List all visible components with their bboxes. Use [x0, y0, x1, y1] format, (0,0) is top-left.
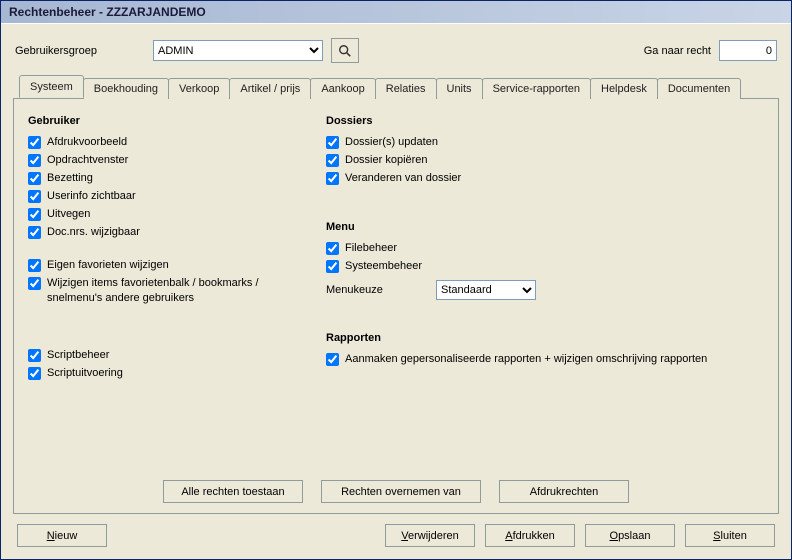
top-row: Gebruikersgroep ADMIN Ga naar recht: [13, 32, 779, 75]
checkbox-row: Aanmaken gepersonaliseerde rapporten + w…: [326, 352, 764, 367]
tab-verkoop[interactable]: Verkoop: [168, 78, 230, 99]
menukeuze-label: Menukeuze: [326, 284, 426, 296]
checkbox-label: Afdrukvoorbeeld: [47, 135, 127, 150]
checkbox-row: Scriptbeheer: [28, 348, 298, 363]
checkbox-row: Dossier(s) updaten: [326, 135, 764, 150]
checkbox-scriptbeheer[interactable]: [28, 349, 41, 362]
print-rights-button[interactable]: Afdrukrechten: [499, 480, 629, 503]
footer-button-row: Nieuw Verwijderen Afdrukken Opslaan Slui…: [13, 514, 779, 551]
checkbox-uitvegen[interactable]: [28, 208, 41, 221]
window-body: Gebruikersgroep ADMIN Ga naar recht Syst…: [1, 24, 791, 559]
checkbox-row: Opdrachtvenster: [28, 153, 298, 168]
tab-units[interactable]: Units: [436, 78, 483, 99]
checkbox-filebeheer[interactable]: [326, 242, 339, 255]
checkbox-row: Filebeheer: [326, 241, 764, 256]
checkbox-afdrukvoorbeeld[interactable]: [28, 136, 41, 149]
checkbox-row: Scriptuitvoering: [28, 366, 298, 381]
tab-panel-systeem: Gebruiker Afdrukvoorbeeld Opdrachtvenste…: [13, 99, 779, 514]
checkbox-aanmaken-rapporten[interactable]: [326, 353, 339, 366]
checkbox-label: Systeembeheer: [345, 259, 422, 274]
checkbox-label: Uitvegen: [47, 207, 90, 222]
tab-artikel-prijs[interactable]: Artikel / prijs: [229, 78, 311, 99]
delete-button[interactable]: Verwijderen: [385, 524, 475, 547]
checkbox-dossiers-updaten[interactable]: [326, 136, 339, 149]
column-right: Dossiers Dossier(s) updaten Dossier kopi…: [326, 111, 764, 370]
checkbox-scriptuitvoering[interactable]: [28, 367, 41, 380]
checkbox-docnrs-wijzigbaar[interactable]: [28, 226, 41, 239]
checkbox-row: Systeembeheer: [326, 259, 764, 274]
tab-service-rapporten[interactable]: Service-rapporten: [482, 78, 591, 99]
checkbox-label: Bezetting: [47, 171, 93, 186]
checkbox-bezetting[interactable]: [28, 172, 41, 185]
checkbox-label: Wijzigen items favorietenbalk / bookmark…: [47, 276, 298, 306]
checkbox-label: Userinfo zichtbaar: [47, 189, 136, 204]
tab-helpdesk[interactable]: Helpdesk: [590, 78, 658, 99]
checkbox-label: Eigen favorieten wijzigen: [47, 258, 169, 273]
checkbox-row: Veranderen van dossier: [326, 171, 764, 186]
tab-aankoop[interactable]: Aankoop: [310, 78, 375, 99]
goto-right-input[interactable]: [719, 40, 777, 61]
checkbox-label: Scriptbeheer: [47, 348, 109, 363]
checkbox-opdrachtvenster[interactable]: [28, 154, 41, 167]
take-rights-from-button[interactable]: Rechten overnemen van: [321, 480, 481, 503]
allow-all-rights-button[interactable]: Alle rechten toestaan: [163, 480, 303, 503]
checkbox-label: Doc.nrs. wijzigbaar: [47, 225, 140, 240]
checkbox-label: Opdrachtvenster: [47, 153, 128, 168]
goto-right-label: Ga naar recht: [644, 45, 711, 57]
checkbox-label: Aanmaken gepersonaliseerde rapporten + w…: [345, 352, 707, 367]
tab-relaties[interactable]: Relaties: [375, 78, 437, 99]
checkbox-label: Veranderen van dossier: [345, 171, 461, 186]
tabstrip: Systeem Boekhouding Verkoop Artikel / pr…: [13, 75, 779, 99]
checkbox-row: Uitvegen: [28, 207, 298, 222]
checkbox-eigen-favorieten[interactable]: [28, 259, 41, 272]
checkbox-dossier-kopieren[interactable]: [326, 154, 339, 167]
checkbox-row: Userinfo zichtbaar: [28, 189, 298, 204]
print-button[interactable]: Afdrukken: [485, 524, 575, 547]
checkbox-wijzigen-favorietenbalk[interactable]: [28, 277, 41, 290]
new-button[interactable]: Nieuw: [17, 524, 107, 547]
column-gebruiker: Gebruiker Afdrukvoorbeeld Opdrachtvenste…: [28, 111, 298, 384]
titlebar: Rechtenbeheer - ZZZARJANDEMO: [1, 1, 791, 24]
checkbox-systeembeheer[interactable]: [326, 260, 339, 273]
usergroup-select[interactable]: ADMIN: [153, 40, 323, 61]
checkbox-veranderen-dossier[interactable]: [326, 172, 339, 185]
checkbox-label: Dossier kopiëren: [345, 153, 428, 168]
menukeuze-select[interactable]: Standaard: [436, 280, 536, 300]
search-icon: [338, 44, 352, 58]
checkbox-label: Dossier(s) updaten: [345, 135, 438, 150]
usergroup-label: Gebruikersgroep: [15, 45, 145, 57]
checkbox-row: Eigen favorieten wijzigen: [28, 258, 298, 273]
panel-button-row: Alle rechten toestaan Rechten overnemen …: [28, 470, 764, 503]
close-button[interactable]: Sluiten: [685, 524, 775, 547]
checkbox-userinfo-zichtbaar[interactable]: [28, 190, 41, 203]
checkbox-row: Bezetting: [28, 171, 298, 186]
tab-boekhouding[interactable]: Boekhouding: [83, 78, 169, 99]
checkbox-row: Afdrukvoorbeeld: [28, 135, 298, 150]
checkbox-row: Dossier kopiëren: [326, 153, 764, 168]
save-button[interactable]: Opslaan: [585, 524, 675, 547]
tab-systeem[interactable]: Systeem: [19, 75, 84, 98]
tab-documenten[interactable]: Documenten: [657, 78, 741, 99]
window-title: Rechtenbeheer - ZZZARJANDEMO: [9, 5, 206, 19]
group-title-gebruiker: Gebruiker: [28, 115, 298, 127]
checkbox-label: Scriptuitvoering: [47, 366, 123, 381]
menukeuze-row: Menukeuze Standaard: [326, 280, 764, 300]
group-title-menu: Menu: [326, 221, 764, 233]
group-title-dossiers: Dossiers: [326, 115, 764, 127]
checkbox-label: Filebeheer: [345, 241, 397, 256]
checkbox-row: Wijzigen items favorietenbalk / bookmark…: [28, 276, 298, 306]
window-root: Rechtenbeheer - ZZZARJANDEMO Gebruikersg…: [0, 0, 792, 560]
checkbox-row: Doc.nrs. wijzigbaar: [28, 225, 298, 240]
group-title-rapporten: Rapporten: [326, 332, 764, 344]
search-button[interactable]: [331, 38, 359, 63]
